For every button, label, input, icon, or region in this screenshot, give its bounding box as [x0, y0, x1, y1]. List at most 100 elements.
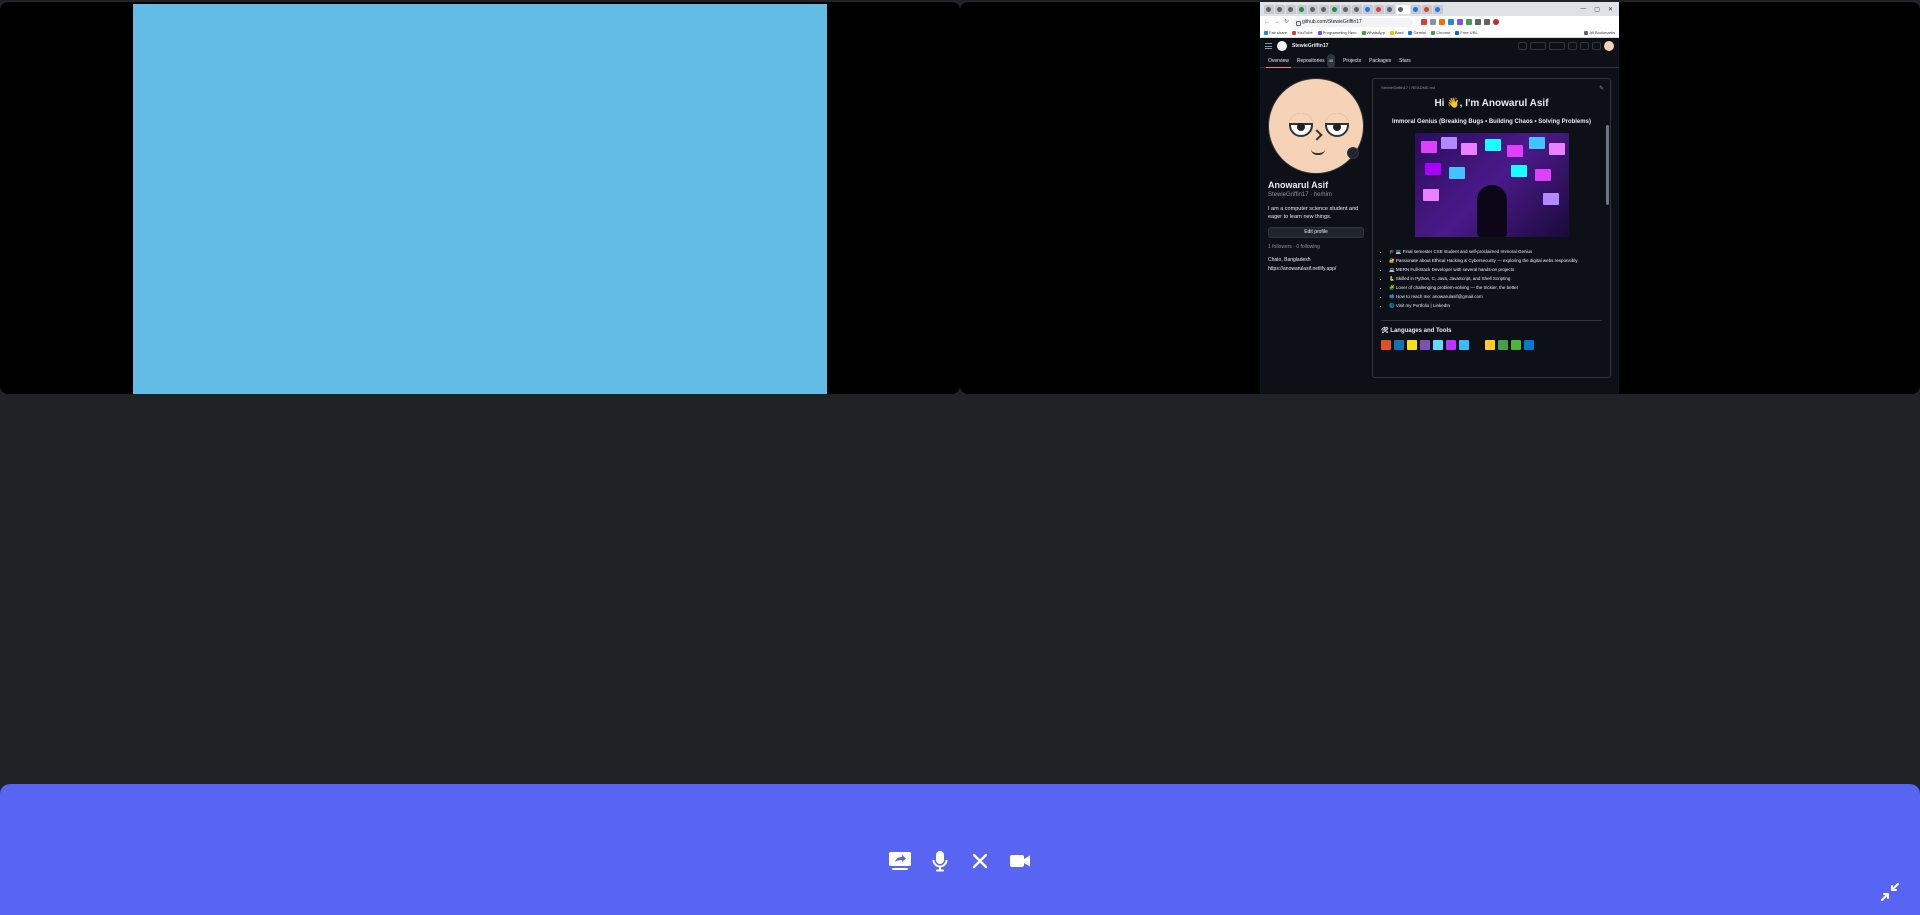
browser-tab: [1433, 4, 1443, 14]
nodejs-icon: [1498, 340, 1508, 350]
bookmark: Free URL: [1455, 30, 1478, 35]
avatar: [1604, 41, 1614, 51]
github-logo-icon: [1277, 41, 1287, 51]
github-profile-tabs: Overview Repositories 40 Projects Package…: [1260, 53, 1619, 68]
extension-icons: [1421, 19, 1500, 25]
browser-tab: [1422, 4, 1432, 14]
github-header-user: StewieGriffin17: [1292, 43, 1329, 49]
search-icon: [1518, 42, 1527, 50]
browser-tab: [1308, 4, 1318, 14]
back-icon: ←: [1264, 19, 1270, 25]
browser-tab: [1319, 4, 1329, 14]
hacker-banner-image: [1414, 133, 1569, 237]
browser-tab: [1330, 4, 1340, 14]
readme-bullet-list: 🎓 💻 Final semester CSE student and self-…: [1381, 247, 1602, 310]
extension-icon: [1430, 19, 1437, 25]
issues-icon: [1568, 42, 1577, 50]
profile-bio: I am a computer science student and eage…: [1268, 206, 1359, 220]
pencil-icon: ✎: [1598, 86, 1604, 92]
extension-icon: [1448, 19, 1455, 25]
browser-tab: [1352, 4, 1362, 14]
forward-icon: →: [1274, 19, 1280, 25]
share-screen-button[interactable]: [880, 841, 920, 881]
browser-tab: [1297, 4, 1307, 14]
tab-packages: Packages: [1369, 57, 1392, 64]
list-item: 🎓 💻 Final semester CSE student and self-…: [1389, 247, 1602, 256]
camera-icon: [1010, 855, 1030, 867]
browser-tab: [1385, 4, 1395, 14]
vscode-icon: [1524, 340, 1534, 350]
languages-heading: 🛠 Languages and Tools: [1381, 328, 1452, 334]
minimize-button[interactable]: [1876, 878, 1904, 906]
browser-tab: [1264, 4, 1274, 14]
avatar-eye: [1289, 113, 1313, 137]
extension-icon: [1421, 19, 1428, 25]
camera-button[interactable]: [1000, 841, 1040, 881]
call-controls: [0, 841, 1920, 881]
tool-icons: [1381, 340, 1602, 350]
browser-tab: [1363, 4, 1373, 14]
profile-website: https://anowarulasif.netlify.app/: [1268, 266, 1337, 273]
create-new-icon: [1549, 42, 1565, 50]
tab-overview: Overview: [1266, 54, 1291, 68]
list-item: 🐍 Skilled in Python, C, Java, JavaScript…: [1389, 274, 1602, 283]
shared-browser-window: — ▢ ✕ ← → ↻ github.com/StewieGriffin17 F…: [1260, 2, 1619, 394]
browser-tab: [1286, 4, 1296, 14]
readme-title: Hi 👋, I'm Anowarul Asif: [1434, 98, 1549, 109]
inbox-icon: [1592, 42, 1601, 50]
readme-path: StewieGriffin17 / README.md: [1381, 85, 1436, 90]
github-header: StewieGriffin17: [1260, 38, 1619, 54]
bookmark: YouTube: [1292, 30, 1313, 35]
pull-requests-icon: [1580, 42, 1589, 50]
window-close-icon: ✕: [1607, 6, 1613, 13]
list-item: 🌐 Visit my Portfolio | LinkedIn: [1389, 301, 1602, 310]
page-scrollbar: [1606, 125, 1609, 205]
react-icon: [1433, 340, 1443, 350]
bookmark-all: All Bookmarks: [1584, 30, 1615, 35]
tab-projects: Projects: [1343, 57, 1362, 64]
bookmark: Bard: [1389, 30, 1403, 35]
participant-video-feed: [133, 4, 827, 394]
window-controls: — ▢ ✕: [1580, 6, 1619, 13]
firebase-icon: [1485, 340, 1495, 350]
bookmark: Chrome: [1431, 30, 1450, 35]
browser-tab: [1275, 4, 1285, 14]
list-item: 💻 MERN Full-Stack Developer with several…: [1389, 265, 1602, 274]
call-control-bar: [0, 784, 1920, 915]
bookmark: Fair share: [1264, 30, 1287, 35]
extension-icon: [1484, 19, 1491, 25]
browser-tab-active: [1396, 4, 1410, 14]
css3-icon: [1394, 340, 1404, 350]
followers-count: 1 followers · 0 following: [1268, 244, 1320, 251]
bootstrap-icon: [1420, 340, 1430, 350]
tailwind-icon: [1459, 340, 1469, 350]
express-icon: [1472, 340, 1482, 350]
url-field: github.com/StewieGriffin17: [1293, 17, 1414, 27]
html5-icon: [1381, 340, 1391, 350]
extension-icon: [1457, 19, 1464, 25]
vite-icon: [1446, 340, 1456, 350]
github-profile-body: Anowarul Asif StewieGriffin17 · he/him I…: [1260, 68, 1619, 378]
hooded-figure: [1476, 185, 1507, 237]
profile-handle: StewieGriffin17 · he/him: [1268, 192, 1332, 198]
browser-tab-strip: — ▢ ✕: [1260, 2, 1619, 16]
list-item: 📫 How to reach me: anowarulasif@gmail.co…: [1389, 292, 1602, 301]
window-maximize-icon: ▢: [1594, 6, 1600, 13]
participant-video-tile[interactable]: [0, 2, 960, 394]
repositories-count: 40: [1326, 53, 1336, 68]
leave-call-button[interactable]: [960, 841, 1000, 881]
microphone-button[interactable]: [920, 841, 960, 881]
bookmark: WhatsApp: [1361, 30, 1385, 35]
profile-name: Anowarul Asif: [1268, 180, 1329, 190]
profile-readme: StewieGriffin17 / README.md ✎ Hi 👋, I'm …: [1372, 78, 1611, 378]
list-item: 🔐 Passionate about Ethical Hacking & Cyb…: [1389, 256, 1602, 265]
github-header-actions: [1518, 41, 1614, 51]
profile-meta: Chato, Bangladesh https://anowarulasif.n…: [1268, 256, 1364, 274]
close-icon: [972, 853, 988, 869]
screen-share-tile[interactable]: — ▢ ✕ ← → ↻ github.com/StewieGriffin17 F…: [960, 2, 1920, 394]
window-minimize-icon: —: [1580, 5, 1587, 12]
status-emoji-icon: [1347, 147, 1359, 159]
javascript-icon: [1407, 340, 1417, 350]
microphone-icon: [932, 851, 948, 872]
avatar-mouth: [1311, 149, 1325, 155]
